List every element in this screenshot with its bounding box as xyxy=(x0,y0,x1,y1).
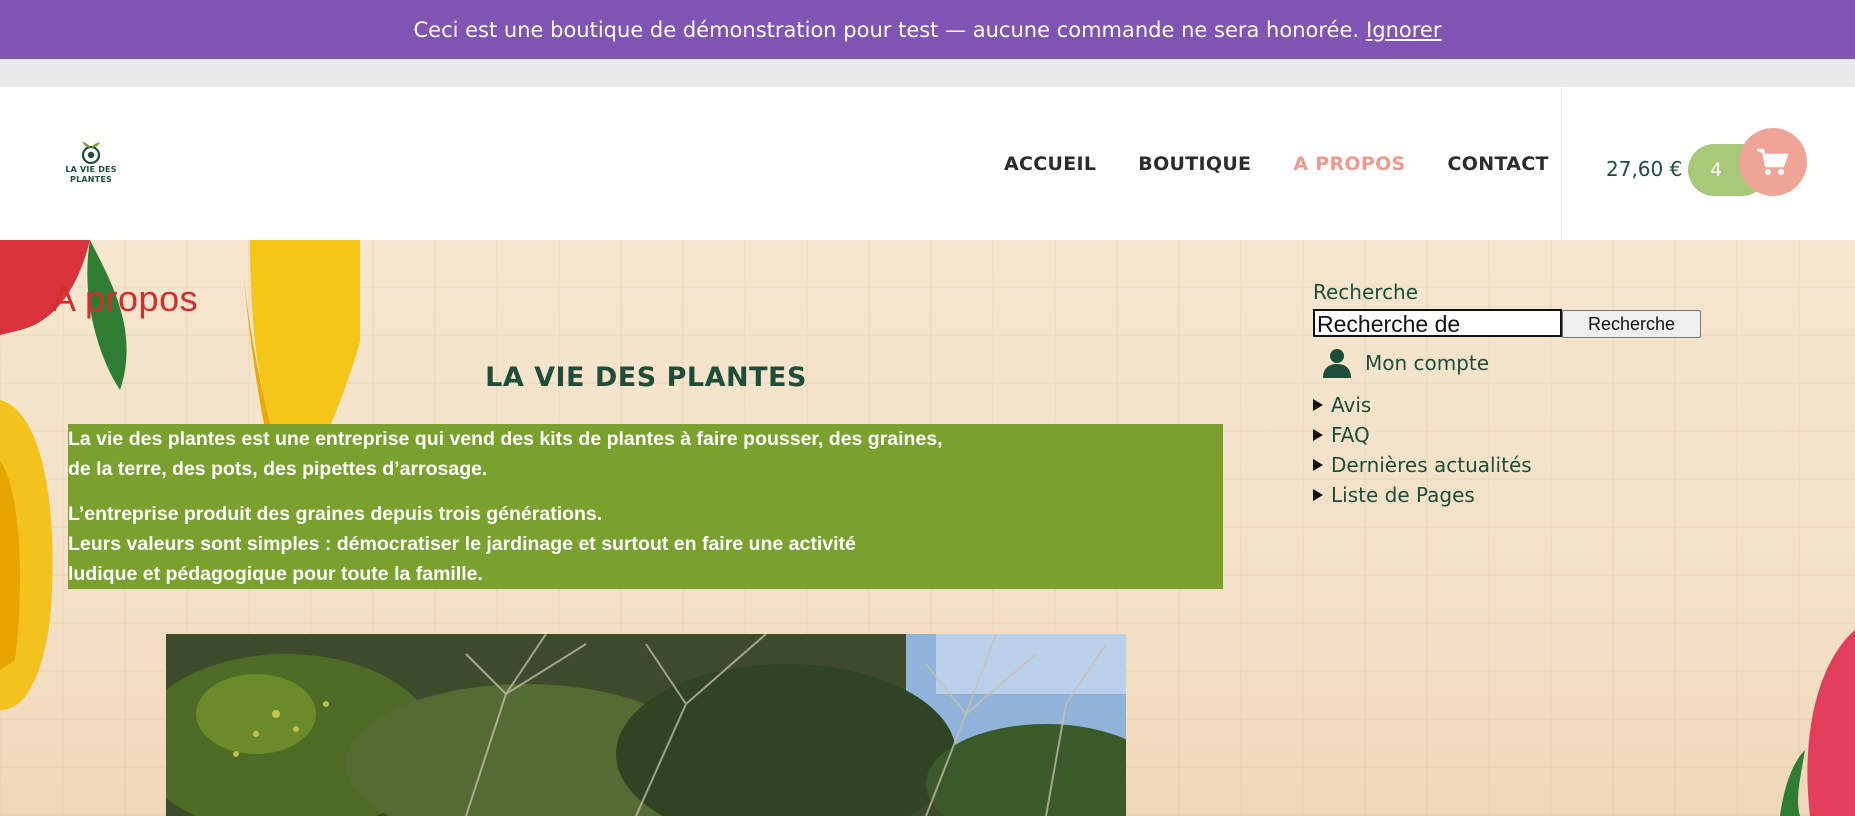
intro-text-line: La vie des plantes est une entreprise qu… xyxy=(68,428,943,450)
header-divider xyxy=(1561,87,1562,240)
logo-text: LA VIE DES PLANTES xyxy=(65,165,117,184)
plant-logo-icon xyxy=(81,141,101,165)
garden-photo-illustration xyxy=(166,634,1126,816)
site-logo[interactable]: LA VIE DES PLANTES xyxy=(62,139,120,189)
disclosure-triangle-icon xyxy=(1313,489,1323,501)
intro-text-line: ludique et pédagogique pour toute la fam… xyxy=(68,563,483,585)
disclosure-triangle-icon xyxy=(1313,459,1323,471)
nav-boutique[interactable]: BOUTIQUE xyxy=(1138,153,1251,175)
widget-page-list[interactable]: Liste de Pages xyxy=(1313,480,1532,510)
intro-paragraph-1: La vie des plantes est une entreprise qu… xyxy=(68,424,1223,484)
nav-accueil[interactable]: ACCUEIL xyxy=(1004,153,1096,175)
search-button[interactable]: Recherche xyxy=(1562,310,1701,338)
widget-latest-news[interactable]: Dernières actualités xyxy=(1313,450,1532,480)
widget-avis[interactable]: Avis xyxy=(1313,390,1532,420)
shopping-cart-icon xyxy=(1757,148,1789,175)
main-navigation: ACCUEIL BOUTIQUE A PROPOS CONTACT xyxy=(1004,87,1591,240)
page-title: A propos xyxy=(52,278,199,319)
site-header: LA VIE DES PLANTES ACCUEIL BOUTIQUE A PR… xyxy=(0,87,1855,240)
intro-text-line: Leurs valeurs sont simples : démocratise… xyxy=(68,533,856,555)
content-heading: LA VIE DES PLANTES xyxy=(485,362,807,393)
user-icon xyxy=(1323,349,1351,378)
disclosure-triangle-icon xyxy=(1313,429,1323,441)
my-account-label: Mon compte xyxy=(1365,351,1490,375)
my-account-link[interactable]: Mon compte xyxy=(1323,348,1489,378)
cart-button[interactable] xyxy=(1739,128,1807,196)
sidebar-widgets: Avis FAQ Dernières actualités Liste de P… xyxy=(1313,390,1532,510)
disclosure-triangle-icon xyxy=(1313,399,1323,411)
product-search-input[interactable]: Recherche de produits… xyxy=(1313,309,1562,337)
demo-store-text: Ceci est une boutique de démonstration p… xyxy=(413,17,1360,42)
nav-contact[interactable]: CONTACT xyxy=(1448,153,1549,175)
cart-total[interactable]: 27,60 € xyxy=(1606,157,1682,181)
nav-a-propos[interactable]: A PROPOS xyxy=(1293,153,1405,175)
tulip-decoration-right xyxy=(1780,630,1855,816)
intro-text-line: de la terre, des pots, des pipettes d’ar… xyxy=(68,458,488,480)
search-label: Recherche xyxy=(1313,280,1419,304)
company-intro-box: La vie des plantes est une entreprise qu… xyxy=(68,424,1223,589)
dismiss-banner-link[interactable]: Ignorer xyxy=(1366,18,1441,42)
intro-paragraph-2: L’entreprise produit des graines depuis … xyxy=(68,499,1223,589)
header-spacer xyxy=(0,59,1855,87)
widget-faq[interactable]: FAQ xyxy=(1313,420,1532,450)
demo-store-banner: Ceci est une boutique de démonstration p… xyxy=(0,0,1855,59)
intro-text-line: L’entreprise produit des graines depuis … xyxy=(68,503,603,525)
garden-photo xyxy=(166,634,1126,816)
